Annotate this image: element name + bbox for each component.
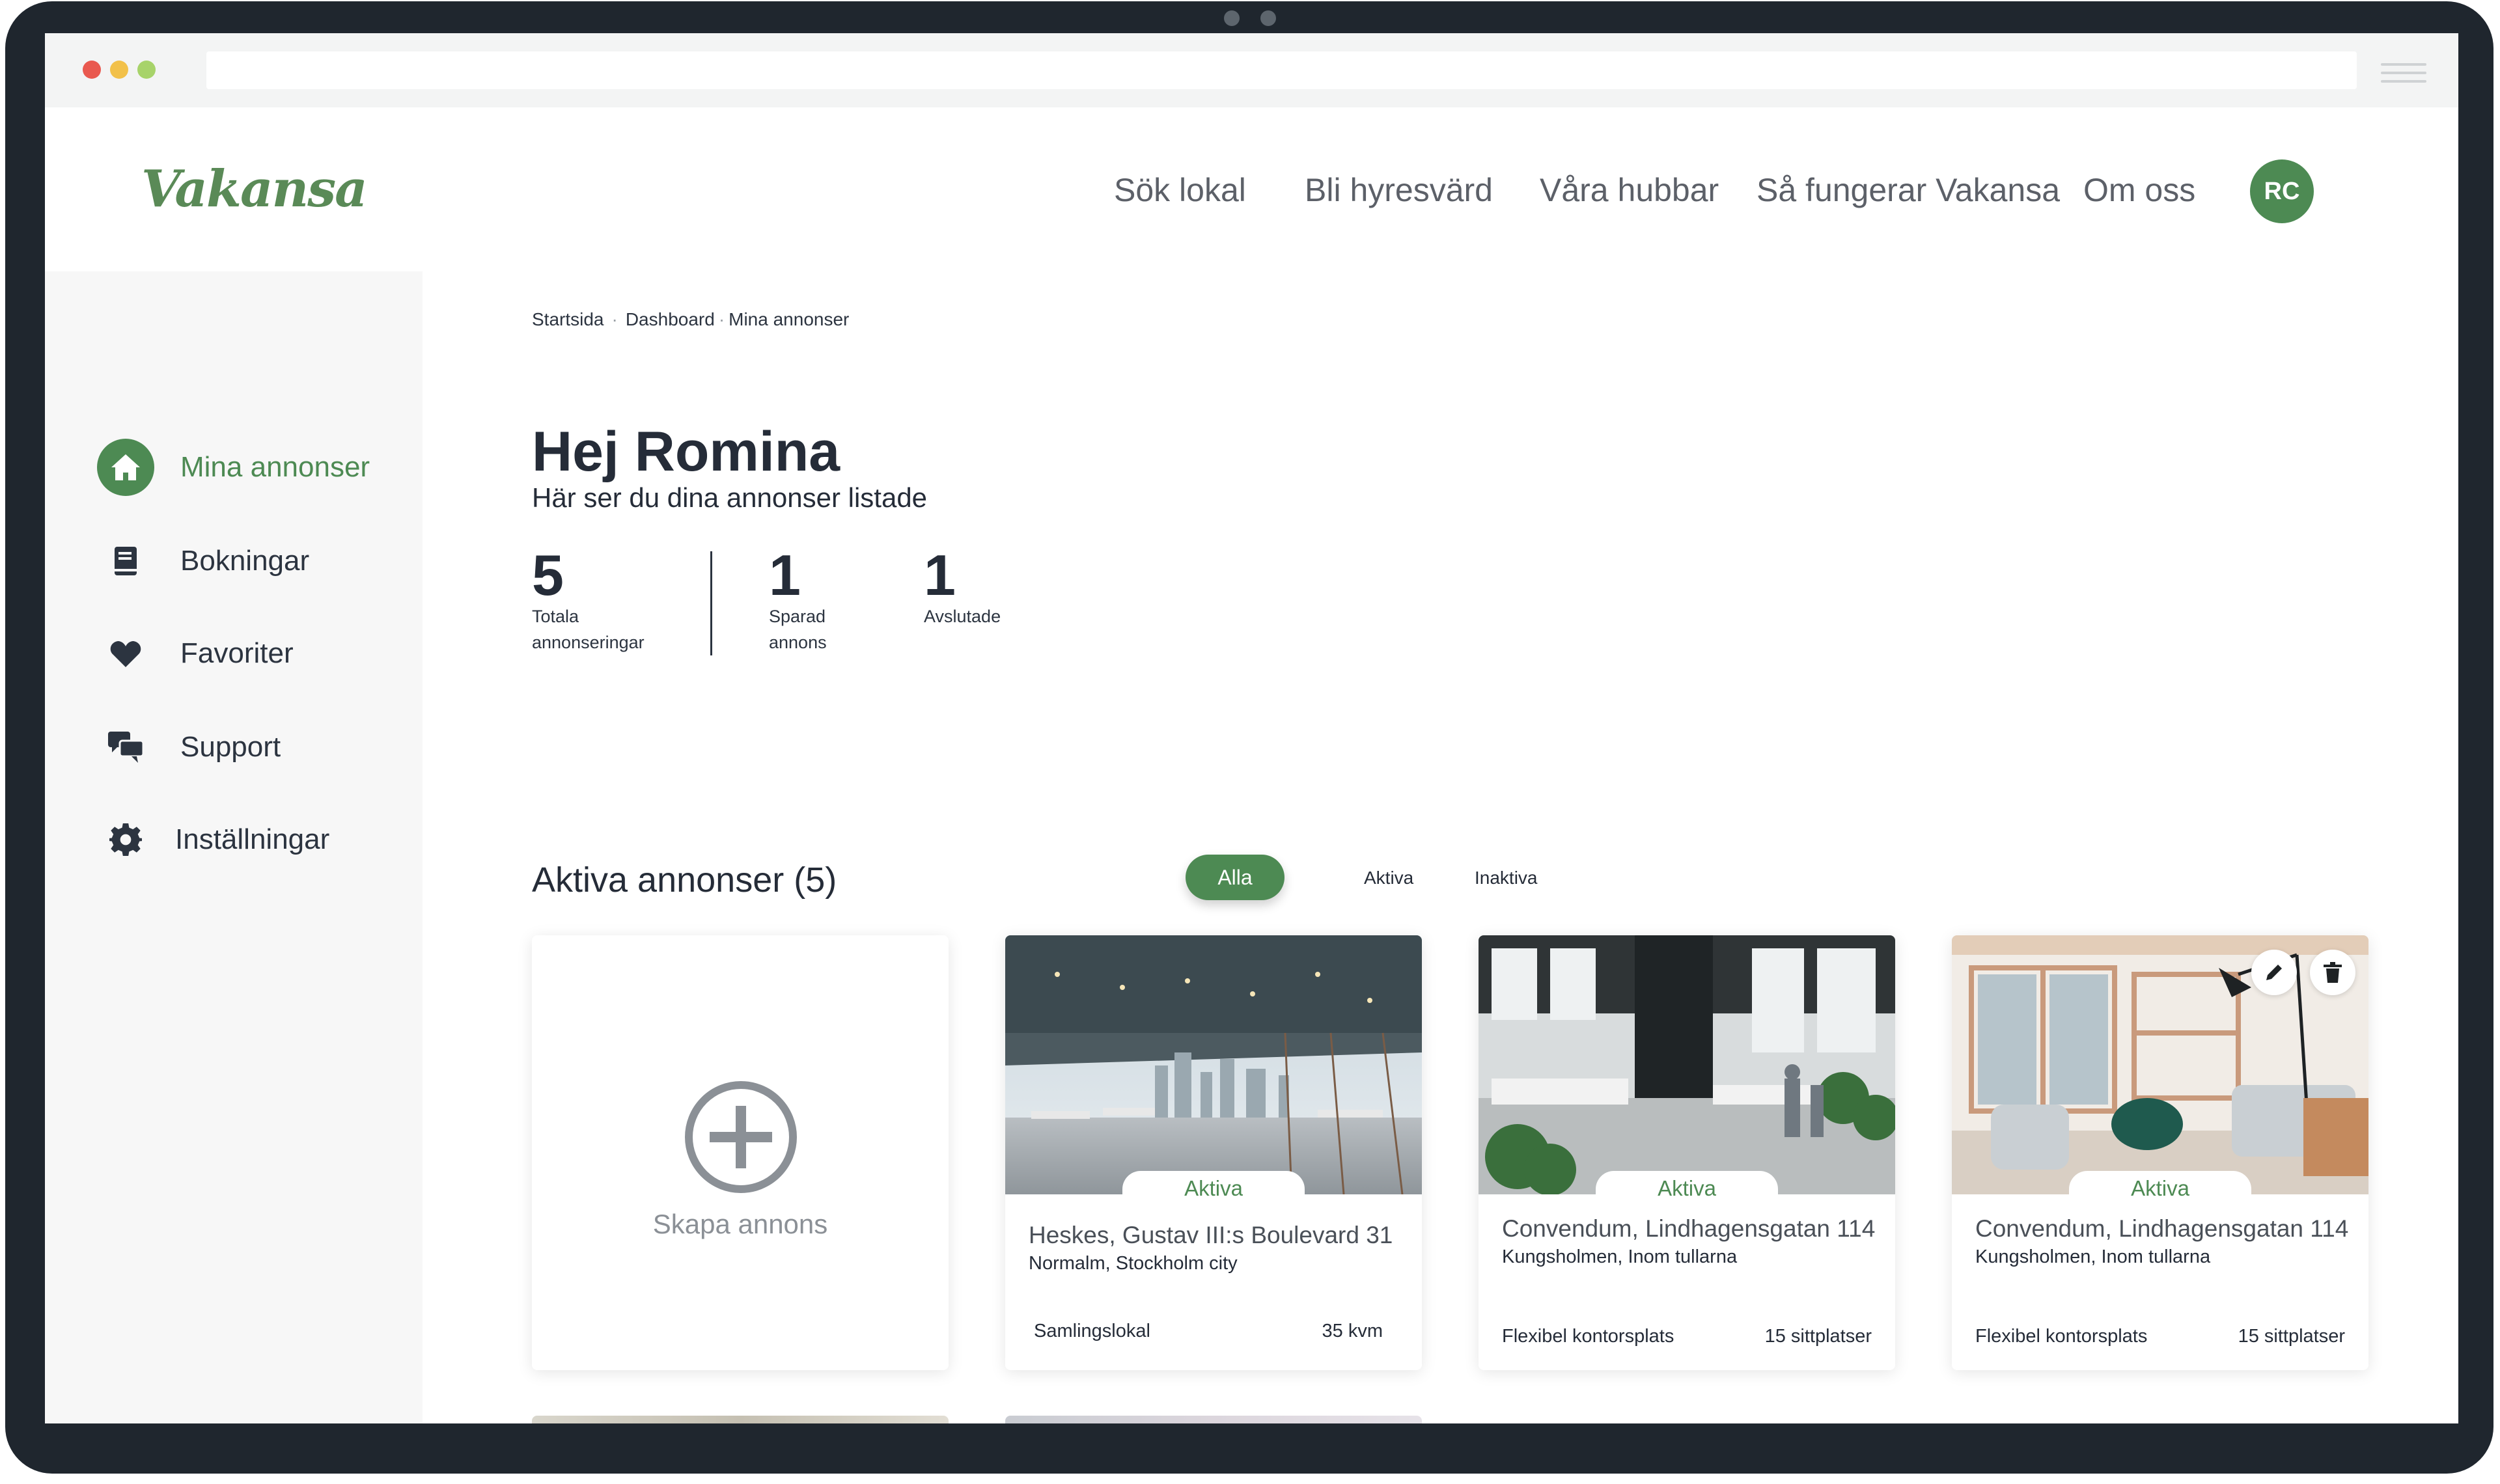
heart-icon	[97, 625, 154, 682]
listing-card-peek	[532, 1416, 949, 1423]
sidebar-item-favoriter[interactable]: Favoriter	[97, 624, 294, 683]
status-badge: Aktiva	[1122, 1171, 1305, 1206]
sidebar-item-label: Bokningar	[180, 545, 310, 577]
listing-photo	[1479, 935, 1895, 1194]
nav-sa-fungerar[interactable]: Så fungerar Vakansa	[1757, 171, 2060, 209]
logo[interactable]: Vakansa	[141, 159, 368, 219]
sidebar-item-installningar[interactable]: Inställningar	[97, 810, 329, 869]
breadcrumb: Startsida · Dashboard · Mina annonser	[532, 309, 849, 330]
filter-aktiva[interactable]: Aktiva	[1364, 868, 1413, 888]
listing-card[interactable]: Aktiva Convendum, Lindhagensgatan 114 Ku…	[1479, 935, 1895, 1370]
listing-title: Convendum, Lindhagensgatan 114	[1975, 1215, 2349, 1242]
trash-icon	[2324, 962, 2342, 983]
stat-total-value: 5	[532, 543, 564, 607]
breadcrumb-current: Mina annonser	[729, 309, 850, 329]
listing-area: Kungsholmen, Inom tullarna	[1502, 1246, 1738, 1267]
stat-ended-value: 1	[924, 543, 956, 607]
breadcrumb-startsida[interactable]: Startsida	[532, 309, 604, 329]
device-frame: Vakansa Sök lokal Bli hyresvärd Våra hub…	[5, 1, 2493, 1474]
status-badge: Aktiva	[2069, 1171, 2251, 1206]
status-badge: Aktiva	[1596, 1171, 1778, 1206]
stat-total-label: Totala annonseringar	[532, 607, 645, 652]
breadcrumb-dashboard[interactable]: Dashboard	[626, 309, 715, 329]
listing-area: Kungsholmen, Inom tullarna	[1975, 1246, 2211, 1267]
breadcrumb-separator: ·	[718, 309, 725, 329]
create-listing-card[interactable]: Skapa annons	[532, 935, 949, 1370]
listing-card[interactable]: Aktiva Convendum, Lindhagensgatan 114 Ku…	[1952, 935, 2368, 1370]
stat-saved-value: 1	[769, 543, 801, 607]
pencil-icon	[2266, 965, 2282, 980]
sidebar-item-label: Favoriter	[180, 637, 294, 669]
nav-bli-hyresvard[interactable]: Bli hyresvärd	[1305, 171, 1493, 209]
url-bar[interactable]	[206, 51, 2357, 89]
listing-type: Flexibel kontorsplats	[1502, 1326, 1674, 1347]
delete-button[interactable]	[2310, 950, 2355, 995]
listing-photo	[1005, 935, 1422, 1194]
stat-divider	[710, 551, 712, 655]
section-title: Aktiva annonser (5)	[532, 860, 837, 900]
listing-area: Normalm, Stockholm city	[1029, 1253, 1238, 1274]
stat-ended-label: Avslutade	[924, 607, 1001, 626]
camera-dot	[1224, 10, 1240, 26]
avatar[interactable]: RC	[2250, 159, 2314, 223]
chat-bubbles-icon	[97, 719, 154, 776]
breadcrumb-separator: ·	[611, 309, 618, 329]
listing-title: Convendum, Lindhagensgatan 114	[1502, 1215, 1876, 1242]
plus-circle-icon	[685, 1081, 797, 1193]
nav-vara-hubbar[interactable]: Våra hubbar	[1540, 171, 1719, 209]
sidebar: Mina annonser Bokningar Favoriter Suppor…	[45, 271, 423, 1423]
listing-type: Flexibel kontorsplats	[1975, 1326, 2148, 1347]
minimize-window-button[interactable]	[110, 61, 128, 79]
sidebar-item-label: Support	[180, 731, 281, 763]
nav-om-oss[interactable]: Om oss	[2083, 171, 2195, 209]
screen: Vakansa Sök lokal Bli hyresvärd Våra hub…	[45, 33, 2458, 1423]
sidebar-item-support[interactable]: Support	[97, 718, 281, 776]
gear-icon	[97, 811, 154, 868]
listing-card[interactable]: Aktiva Heskes, Gustav III:s Boulevard 31…	[1005, 935, 1422, 1370]
sidebar-item-mina-annonser[interactable]: Mina annonser	[97, 438, 370, 497]
filter-inaktiva[interactable]: Inaktiva	[1475, 868, 1538, 888]
page-title: Hej Romina	[532, 420, 840, 483]
create-listing-label: Skapa annons	[652, 1209, 828, 1239]
nav-sok-lokal[interactable]: Sök lokal	[1114, 171, 1246, 209]
listing-title: Heskes, Gustav III:s Boulevard 31	[1029, 1222, 1393, 1248]
filter-alla[interactable]: Alla	[1186, 855, 1285, 900]
sidebar-item-bokningar[interactable]: Bokningar	[97, 532, 309, 590]
sidebar-item-label: Inställningar	[175, 823, 330, 855]
sidebar-item-label: Mina annonser	[180, 451, 370, 483]
home-icon	[97, 439, 154, 496]
listing-photo	[1952, 935, 2368, 1194]
page-subtitle: Här ser du dina annonser listade	[532, 482, 928, 513]
stat-saved-label: Sparad annons	[769, 607, 827, 652]
listing-size: 35 kvm	[1322, 1321, 1383, 1341]
maximize-window-button[interactable]	[137, 61, 156, 79]
browser-menu-icon[interactable]	[2381, 63, 2426, 83]
listing-seats: 15 sittplatser	[2238, 1326, 2345, 1347]
site-header: Vakansa Sök lokal Bli hyresvärd Våra hub…	[45, 107, 2458, 271]
edit-button[interactable]	[2251, 950, 2297, 995]
listing-type: Samlingslokal	[1034, 1321, 1150, 1341]
browser-chrome	[45, 33, 2458, 107]
listing-seats: 15 sittplatser	[1764, 1326, 1872, 1347]
sensor-dot	[1260, 10, 1276, 26]
close-window-button[interactable]	[83, 61, 101, 79]
book-icon	[97, 532, 154, 590]
listing-card-peek	[1005, 1416, 1422, 1423]
